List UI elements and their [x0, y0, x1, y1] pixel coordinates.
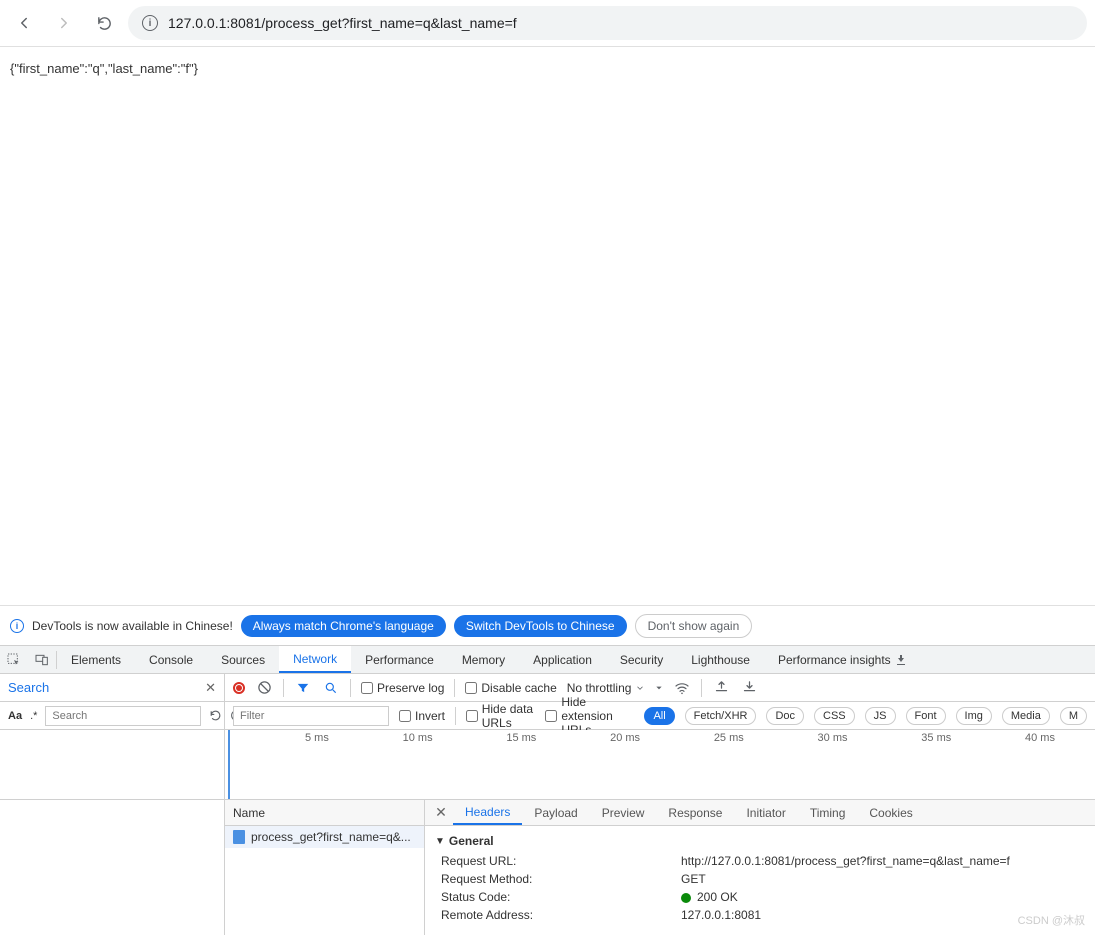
- close-search-icon[interactable]: ✕: [205, 680, 216, 696]
- type-media[interactable]: Media: [1002, 707, 1050, 725]
- network-body: Name process_get?first_name=q&... ✕ Head…: [0, 800, 1095, 935]
- request-method-label: Request Method:: [441, 870, 681, 888]
- reload-button[interactable]: [88, 7, 120, 39]
- dtab-payload[interactable]: Payload: [522, 800, 589, 825]
- info-icon: i: [10, 619, 24, 633]
- tab-lighthouse[interactable]: Lighthouse: [677, 646, 764, 673]
- switch-to-chinese-button[interactable]: Switch DevTools to Chinese: [454, 615, 627, 637]
- remote-address-value: 127.0.0.1:8081: [681, 906, 1016, 924]
- tab-sources[interactable]: Sources: [207, 646, 279, 673]
- preserve-log-checkbox[interactable]: Preserve log: [361, 681, 444, 695]
- triangle-down-icon: ▼: [435, 836, 445, 847]
- dtab-timing[interactable]: Timing: [798, 800, 858, 825]
- caret-down-icon[interactable]: [655, 684, 663, 692]
- dtab-preview[interactable]: Preview: [590, 800, 657, 825]
- status-code-label: Status Code:: [441, 888, 681, 906]
- remote-address-label: Remote Address:: [441, 906, 681, 924]
- dtab-initiator[interactable]: Initiator: [734, 800, 797, 825]
- import-har-icon[interactable]: [740, 679, 758, 697]
- regex-toggle[interactable]: .*: [30, 710, 37, 722]
- tab-performance[interactable]: Performance: [351, 646, 448, 673]
- page-content: {"first_name":"q","last_name":"f"}: [0, 46, 1095, 606]
- always-match-language-button[interactable]: Always match Chrome's language: [241, 615, 446, 637]
- tab-elements[interactable]: Elements: [57, 646, 135, 673]
- back-button[interactable]: [8, 7, 40, 39]
- column-header-name[interactable]: Name: [225, 800, 424, 826]
- dont-show-again-button[interactable]: Don't show again: [635, 614, 753, 638]
- type-doc[interactable]: Doc: [766, 707, 804, 725]
- browser-toolbar: i 127.0.0.1:8081/process_get?first_name=…: [0, 0, 1095, 46]
- network-timeline[interactable]: 5 ms 10 ms 15 ms 20 ms 25 ms 30 ms 35 ms…: [0, 730, 1095, 800]
- general-headers-table: Request URL:http://127.0.0.1:8081/proces…: [441, 852, 1016, 924]
- general-section-toggle[interactable]: ▼ General: [435, 830, 1085, 852]
- network-conditions-icon[interactable]: [673, 679, 691, 697]
- devtools-tabs: Elements Console Sources Network Perform…: [0, 646, 1095, 674]
- status-dot-icon: [681, 893, 691, 903]
- type-fetch-xhr[interactable]: Fetch/XHR: [685, 707, 757, 725]
- invert-checkbox[interactable]: Invert: [399, 709, 445, 723]
- url-text: 127.0.0.1:8081/process_get?first_name=q&…: [168, 15, 517, 31]
- filter-input[interactable]: [233, 706, 389, 726]
- request-details: ✕ Headers Payload Preview Response Initi…: [425, 800, 1095, 935]
- dtab-response[interactable]: Response: [656, 800, 734, 825]
- request-url-value: http://127.0.0.1:8081/process_get?first_…: [681, 852, 1016, 870]
- dtab-headers[interactable]: Headers: [453, 800, 522, 825]
- match-case-toggle[interactable]: Aa: [8, 710, 22, 722]
- request-row[interactable]: process_get?first_name=q&...: [225, 826, 424, 848]
- status-code-value: 200 OK: [681, 888, 1016, 906]
- inspect-element-icon[interactable]: [0, 646, 28, 673]
- throttling-select[interactable]: No throttling: [567, 681, 646, 695]
- type-font[interactable]: Font: [906, 707, 946, 725]
- filter-icon[interactable]: [294, 679, 312, 697]
- type-css[interactable]: CSS: [814, 707, 855, 725]
- forward-button[interactable]: [48, 7, 80, 39]
- search-icon[interactable]: [322, 679, 340, 697]
- search-drawer-tab[interactable]: Search ✕: [0, 674, 225, 701]
- tab-security[interactable]: Security: [606, 646, 677, 673]
- clear-icon[interactable]: [255, 679, 273, 697]
- refresh-search-icon[interactable]: [209, 709, 222, 722]
- request-list: Name process_get?first_name=q&...: [225, 800, 425, 935]
- devtools-language-banner: i DevTools is now available in Chinese! …: [0, 606, 1095, 646]
- document-icon: [233, 830, 245, 844]
- chevron-down-icon: [635, 683, 645, 693]
- export-har-icon[interactable]: [712, 679, 730, 697]
- request-url-label: Request URL:: [441, 852, 681, 870]
- disable-cache-checkbox[interactable]: Disable cache: [465, 681, 556, 695]
- tab-console[interactable]: Console: [135, 646, 207, 673]
- type-js[interactable]: JS: [865, 707, 896, 725]
- tab-memory[interactable]: Memory: [448, 646, 519, 673]
- device-toolbar-icon[interactable]: [28, 646, 56, 673]
- record-icon[interactable]: [233, 682, 245, 694]
- response-body-text: {"first_name":"q","last_name":"f"}: [10, 61, 198, 76]
- address-bar[interactable]: i 127.0.0.1:8081/process_get?first_name=…: [128, 6, 1087, 40]
- dtab-cookies[interactable]: Cookies: [857, 800, 924, 825]
- type-more[interactable]: M: [1060, 707, 1087, 725]
- type-img[interactable]: Img: [956, 707, 992, 725]
- watermark: CSDN @沐叔: [1018, 912, 1085, 928]
- type-all[interactable]: All: [644, 707, 674, 725]
- network-filter-strip: Aa .* Invert Hide data URLs Hide extensi…: [0, 702, 1095, 730]
- tab-network[interactable]: Network: [279, 646, 351, 673]
- details-tabs: ✕ Headers Payload Preview Response Initi…: [425, 800, 1095, 826]
- close-details-icon[interactable]: ✕: [429, 804, 453, 821]
- tab-application[interactable]: Application: [519, 646, 606, 673]
- site-info-icon[interactable]: i: [142, 15, 158, 31]
- banner-text: DevTools is now available in Chinese!: [32, 619, 233, 633]
- tab-performance-insights[interactable]: Performance insights: [764, 646, 921, 673]
- hide-data-urls-checkbox[interactable]: Hide data URLs: [466, 702, 536, 730]
- request-method-value: GET: [681, 870, 1016, 888]
- search-input[interactable]: [45, 706, 201, 726]
- request-name: process_get?first_name=q&...: [251, 830, 411, 844]
